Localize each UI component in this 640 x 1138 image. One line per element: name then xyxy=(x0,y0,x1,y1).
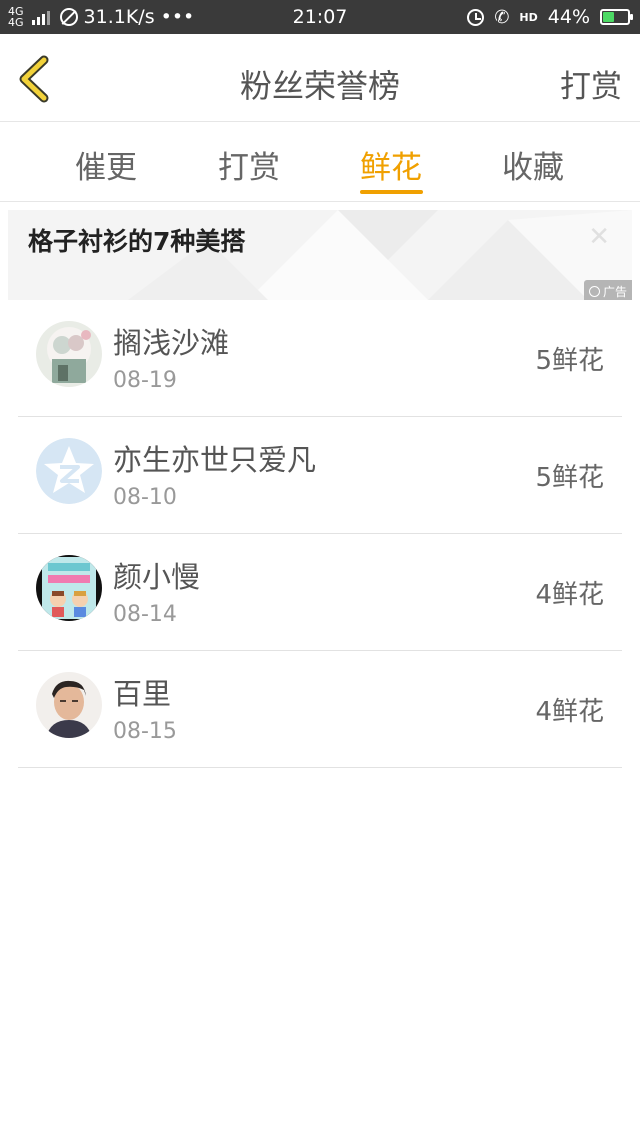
reward-button[interactable]: 打赏 xyxy=(560,61,622,106)
refresh-icon xyxy=(588,285,600,297)
fan-name: 亦生亦世只爱凡 xyxy=(113,443,317,477)
tab-flowers[interactable]: 鲜花 xyxy=(360,142,422,187)
fan-list: 搁浅沙滩 08-19 5鲜花 亦生亦世只爱凡 08-10 5鲜花 颜小慢 08-… xyxy=(18,300,622,768)
ad-title: 格子衬衫的7种美搭 xyxy=(28,227,246,256)
list-item[interactable]: 亦生亦世只爱凡 08-10 5鲜花 xyxy=(18,417,622,534)
cartoon-book-avatar xyxy=(36,555,102,621)
fan-name: 搁浅沙滩 xyxy=(113,326,230,360)
fan-date: 08-19 xyxy=(113,368,177,393)
ad-banner[interactable]: 格子衬衫的7种美搭 ✕ 广告 xyxy=(8,210,632,300)
page-title: 粉丝荣誉榜 xyxy=(239,67,400,105)
photo-avatar xyxy=(36,672,102,738)
active-tab-indicator xyxy=(360,190,423,194)
close-icon[interactable]: ✕ xyxy=(588,222,610,252)
flower-count: 5鲜花 xyxy=(535,346,604,376)
list-item[interactable]: 百里 08-15 4鲜花 xyxy=(18,651,622,768)
fan-name: 百里 xyxy=(113,677,172,711)
ad-badge-label: 广告 xyxy=(602,284,627,299)
tab-favorites[interactable]: 收藏 xyxy=(502,142,564,187)
tab-bar: 催更 打赏 鲜花 收藏 xyxy=(0,122,640,202)
qzone-logo-avatar xyxy=(36,438,102,504)
list-item[interactable]: 搁浅沙滩 08-19 5鲜花 xyxy=(18,300,622,417)
tab-reward[interactable]: 打赏 xyxy=(218,142,280,187)
tab-urge[interactable]: 催更 xyxy=(75,142,137,187)
battery-charging-icon xyxy=(600,9,633,25)
battery-percent: 44% xyxy=(547,6,590,28)
anime-couple-avatar xyxy=(36,321,102,387)
battery-level xyxy=(603,12,614,22)
flower-count: 5鲜花 xyxy=(535,463,604,493)
fan-date: 08-15 xyxy=(113,719,177,744)
call-icon: ✆ xyxy=(494,6,510,28)
list-item[interactable]: 颜小慢 08-14 4鲜花 xyxy=(18,534,622,651)
hd-indicator: HD xyxy=(519,10,538,24)
app-header: 粉丝荣誉榜 打赏 xyxy=(0,34,640,122)
status-right: ✆ HD 44% xyxy=(467,0,633,34)
alarm-icon xyxy=(467,8,485,26)
status-bar: 4G 4G 31.1K/s ••• 21:07 ✆ HD 44% xyxy=(0,0,640,34)
fan-date: 08-10 xyxy=(113,485,177,510)
ad-badge: 广告 xyxy=(583,280,632,300)
fan-date: 08-14 xyxy=(113,602,177,627)
flower-count: 4鲜花 xyxy=(535,580,604,610)
fan-name: 颜小慢 xyxy=(113,560,201,594)
flower-count: 4鲜花 xyxy=(535,697,604,727)
